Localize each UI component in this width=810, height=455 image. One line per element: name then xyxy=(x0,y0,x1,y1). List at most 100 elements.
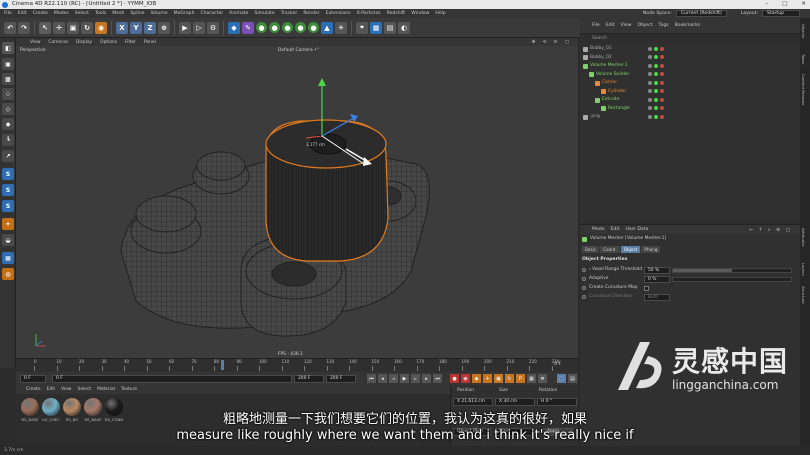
menu-create[interactable]: Create xyxy=(33,11,48,16)
minimize-button[interactable]: – xyxy=(765,0,768,9)
object-visibility-flags[interactable] xyxy=(648,80,664,85)
start-frame-field[interactable]: 0 F xyxy=(20,374,46,383)
viewport-view-menu[interactable]: View xyxy=(30,40,40,45)
grid-icon[interactable]: ▤ xyxy=(384,21,396,34)
quantize-icon[interactable]: S xyxy=(2,200,14,212)
visibility-dot-icon[interactable] xyxy=(648,114,652,119)
pla-key-icon[interactable]: ▦ xyxy=(527,374,536,383)
size-x-field[interactable]: X 30 cm xyxy=(495,398,535,406)
visibility-dot-icon[interactable] xyxy=(660,106,664,110)
visibility-dot-icon[interactable] xyxy=(648,106,652,110)
close-button[interactable]: ✕ xyxy=(801,0,806,9)
snap-settings-icon[interactable]: S xyxy=(2,184,14,196)
array-icon[interactable]: ● xyxy=(269,22,280,33)
object-row[interactable]: Volume Mesher.1 xyxy=(580,62,800,70)
move-tool-icon[interactable]: ✛ xyxy=(53,21,65,34)
material-view-menu[interactable]: View xyxy=(61,387,71,392)
environment-icon[interactable]: ● xyxy=(308,22,319,33)
object-row[interactable]: Bobby_02 xyxy=(580,54,800,62)
attr-tab[interactable]: Basic xyxy=(582,246,600,253)
visibility-dot-icon[interactable] xyxy=(648,55,652,59)
object-visibility-flags[interactable] xyxy=(648,63,664,68)
visibility-dot-icon[interactable] xyxy=(660,114,664,119)
object-visibility-flags[interactable] xyxy=(648,55,664,59)
position-key-icon[interactable]: ✛ xyxy=(483,374,492,383)
object-visibility-flags[interactable] xyxy=(648,106,664,110)
menu-mograph[interactable]: MoGraph xyxy=(174,11,195,16)
viewport-display-menu[interactable]: Display xyxy=(76,40,92,45)
visibility-dot-icon[interactable] xyxy=(654,106,658,110)
z-axis-button[interactable]: Z xyxy=(144,21,156,34)
visibility-dot-icon[interactable] xyxy=(660,80,664,85)
object-visibility-flags[interactable] xyxy=(648,97,664,102)
menu-spline[interactable]: Spline xyxy=(130,11,144,16)
edges-mode-icon[interactable]: ◇ xyxy=(2,103,14,115)
layers-icon[interactable]: ◍ xyxy=(2,268,14,280)
attr-property-value[interactable]: Both xyxy=(644,293,670,301)
previous-key-icon[interactable]: ◂ xyxy=(378,374,387,383)
attr-slider[interactable] xyxy=(672,276,792,282)
visibility-dot-icon[interactable] xyxy=(654,55,658,59)
animate-param-icon[interactable] xyxy=(582,295,586,299)
menu-character[interactable]: Character xyxy=(200,11,223,16)
material-edit-menu[interactable]: Edit xyxy=(47,387,56,392)
material-material-menu[interactable]: Material xyxy=(97,387,115,392)
polygons-mode-icon[interactable]: ◆ xyxy=(2,118,14,130)
sculpt-icon[interactable]: ◒ xyxy=(2,234,14,246)
viewport-panel-menu[interactable]: Panel xyxy=(144,40,156,45)
visibility-dot-icon[interactable] xyxy=(660,46,664,51)
animate-param-icon[interactable] xyxy=(582,277,586,281)
subdivision-surface-icon[interactable]: ● xyxy=(256,22,267,33)
rotation-key-icon[interactable]: ↻ xyxy=(505,374,514,383)
object-row[interactable]: .png xyxy=(580,113,800,121)
create-curvature-checkbox[interactable] xyxy=(644,285,649,291)
attr-tab[interactable]: Object xyxy=(620,246,641,253)
play-icon[interactable]: ▶ xyxy=(400,374,409,383)
side-tab-takes[interactable]: Takes xyxy=(801,54,806,64)
scale-key-icon[interactable]: ▣ xyxy=(494,374,503,383)
live-selection-icon[interactable]: ↖ xyxy=(39,21,51,34)
snap-toggle-icon[interactable]: S xyxy=(2,168,14,180)
obj-tags-menu[interactable]: Tags xyxy=(658,23,668,28)
camera-icon[interactable]: ▲ xyxy=(321,21,333,34)
workplane-icon[interactable]: ▦ xyxy=(370,21,382,34)
object-visibility-flags[interactable] xyxy=(648,89,664,93)
attr-slider[interactable] xyxy=(672,267,792,273)
obj-view-menu[interactable]: View xyxy=(621,23,632,28)
keyframe-selection-icon[interactable]: ◆ xyxy=(472,374,481,383)
animate-param-icon[interactable] xyxy=(582,268,586,272)
menu-render[interactable]: Render xyxy=(303,11,319,16)
visibility-dot-icon[interactable] xyxy=(648,80,652,85)
viewport-filter-menu[interactable]: Filter xyxy=(125,40,136,45)
object-visibility-flags[interactable] xyxy=(648,114,664,119)
menu-extensions[interactable]: Extensions xyxy=(326,11,351,16)
attr-tab[interactable]: Coord. xyxy=(600,246,620,253)
object-row[interactable]: Cylinder xyxy=(580,88,800,96)
next-frame-icon[interactable]: ▹ xyxy=(411,374,420,383)
next-key-icon[interactable]: ▸ xyxy=(422,374,431,383)
record-icon[interactable]: ● xyxy=(450,374,459,383)
object-row[interactable]: Volume Builder xyxy=(580,71,800,79)
deformer-icon[interactable]: ● xyxy=(295,22,306,33)
menu-volume[interactable]: Volume xyxy=(151,11,168,16)
position-x-field[interactable]: X 21.613 cm xyxy=(453,398,493,406)
attr-property-value[interactable]: 0 % xyxy=(644,275,670,283)
object-row[interactable]: Carrier xyxy=(580,79,800,87)
attr-mode-menu[interactable]: Mode xyxy=(592,227,605,232)
undo-icon[interactable]: ↶ xyxy=(4,21,16,34)
render-view-icon[interactable]: ▶ xyxy=(179,21,191,34)
visibility-dot-icon[interactable] xyxy=(654,97,658,102)
node-space-select[interactable]: Current (Redshift) xyxy=(675,10,727,17)
attr-edit-menu[interactable]: Edit xyxy=(611,227,620,232)
visibility-dot-icon[interactable] xyxy=(654,46,658,51)
menu-edit[interactable]: Edit xyxy=(18,11,27,16)
cube-object-icon[interactable]: ◆ xyxy=(228,21,240,34)
visibility-dot-icon[interactable] xyxy=(648,97,652,102)
obj-file-menu[interactable]: File xyxy=(592,23,600,28)
animate-param-icon[interactable] xyxy=(582,286,586,290)
animation-layout-icon[interactable]: ▤ xyxy=(568,374,577,383)
param-key-icon[interactable]: P xyxy=(516,374,525,383)
autokey-icon[interactable]: ◉ xyxy=(461,374,470,383)
visibility-dot-icon[interactable] xyxy=(648,46,652,51)
obj-edit-menu[interactable]: Edit xyxy=(606,23,615,28)
